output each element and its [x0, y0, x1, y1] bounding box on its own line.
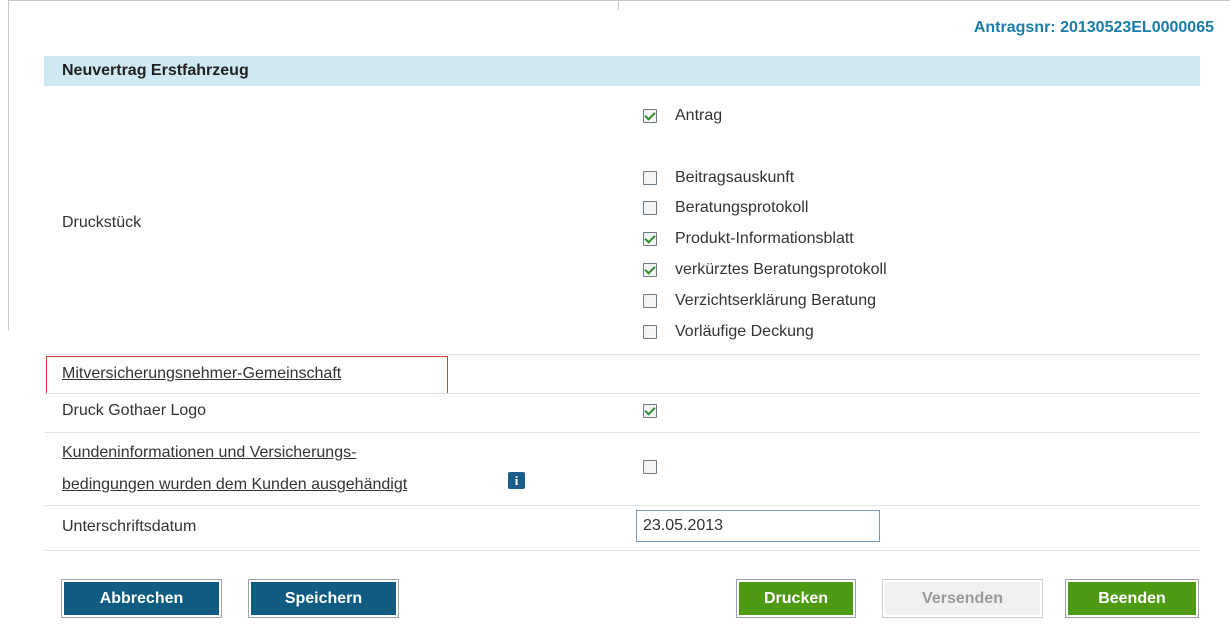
frame-notch: [618, 0, 619, 10]
signature-date-input[interactable]: [636, 510, 880, 542]
checkbox-verkuerztes-beratungsprotokoll[interactable]: [643, 263, 657, 277]
cancel-button[interactable]: Abbrechen: [61, 579, 222, 618]
checkbox-antrag[interactable]: [643, 109, 657, 123]
checkbox-produkt-informationsblatt[interactable]: [643, 232, 657, 246]
row-divider: [44, 432, 1200, 433]
row-divider: [44, 354, 1200, 355]
row-divider: [44, 550, 1200, 551]
checkbox-beratungsprotokoll-label: Beratungsprotokoll: [675, 199, 809, 216]
checkbox-vorlaeufige-deckung[interactable]: [643, 325, 657, 339]
kundeninfo-link-line1[interactable]: Kundeninformationen und Versicherungs-: [62, 444, 356, 462]
druckstueck-label: Druckstück: [62, 214, 142, 231]
checkbox-produkt-informationsblatt-label: Produkt-Informationsblatt: [675, 230, 854, 247]
checkbox-druck-logo[interactable]: [643, 404, 657, 418]
checkbox-antrag-label: Antrag: [675, 107, 723, 124]
checkbox-beratungsprotokoll[interactable]: [643, 201, 657, 215]
druck-logo-label: Druck Gothaer Logo: [62, 402, 207, 419]
frame-top-border: [8, 0, 1230, 1]
checkbox-kundeninfo[interactable]: [643, 460, 657, 474]
signature-date-label: Unterschriftsdatum: [62, 518, 197, 535]
checkbox-vorlaeufige-deckung-label: Vorläufige Deckung: [675, 323, 814, 340]
frame-left-border: [8, 0, 9, 330]
mitversicherungsnehmer-link[interactable]: Mitversicherungsnehmer-Gemeinschaft: [62, 365, 341, 383]
section-title: Neuvertrag Erstfahrzeug: [62, 62, 249, 79]
finish-button[interactable]: Beenden: [1065, 579, 1199, 618]
row-divider: [44, 393, 1200, 394]
checkbox-beitragsauskunft-label: Beitragsauskunft: [675, 169, 795, 186]
application-number: Antragsnr: 20130523EL0000065: [973, 19, 1214, 36]
save-button[interactable]: Speichern: [248, 579, 399, 618]
checkbox-verzichtserklaerung[interactable]: [643, 294, 657, 308]
send-button: Versenden: [882, 579, 1043, 618]
checkbox-verzichtserklaerung-label: Verzichtserklärung Beratung: [675, 292, 876, 309]
info-icon[interactable]: i: [508, 472, 525, 489]
section-header: Neuvertrag Erstfahrzeug: [44, 56, 1200, 86]
print-button[interactable]: Drucken: [736, 579, 856, 618]
checkbox-verkuerztes-beratungsprotokoll-label: verkürztes Beratungsprotokoll: [675, 261, 887, 278]
row-divider: [44, 505, 1200, 506]
checkbox-beitragsauskunft[interactable]: [643, 171, 657, 185]
kundeninfo-link-line2[interactable]: bedingungen wurden dem Kunden ausgehändi…: [62, 476, 407, 494]
